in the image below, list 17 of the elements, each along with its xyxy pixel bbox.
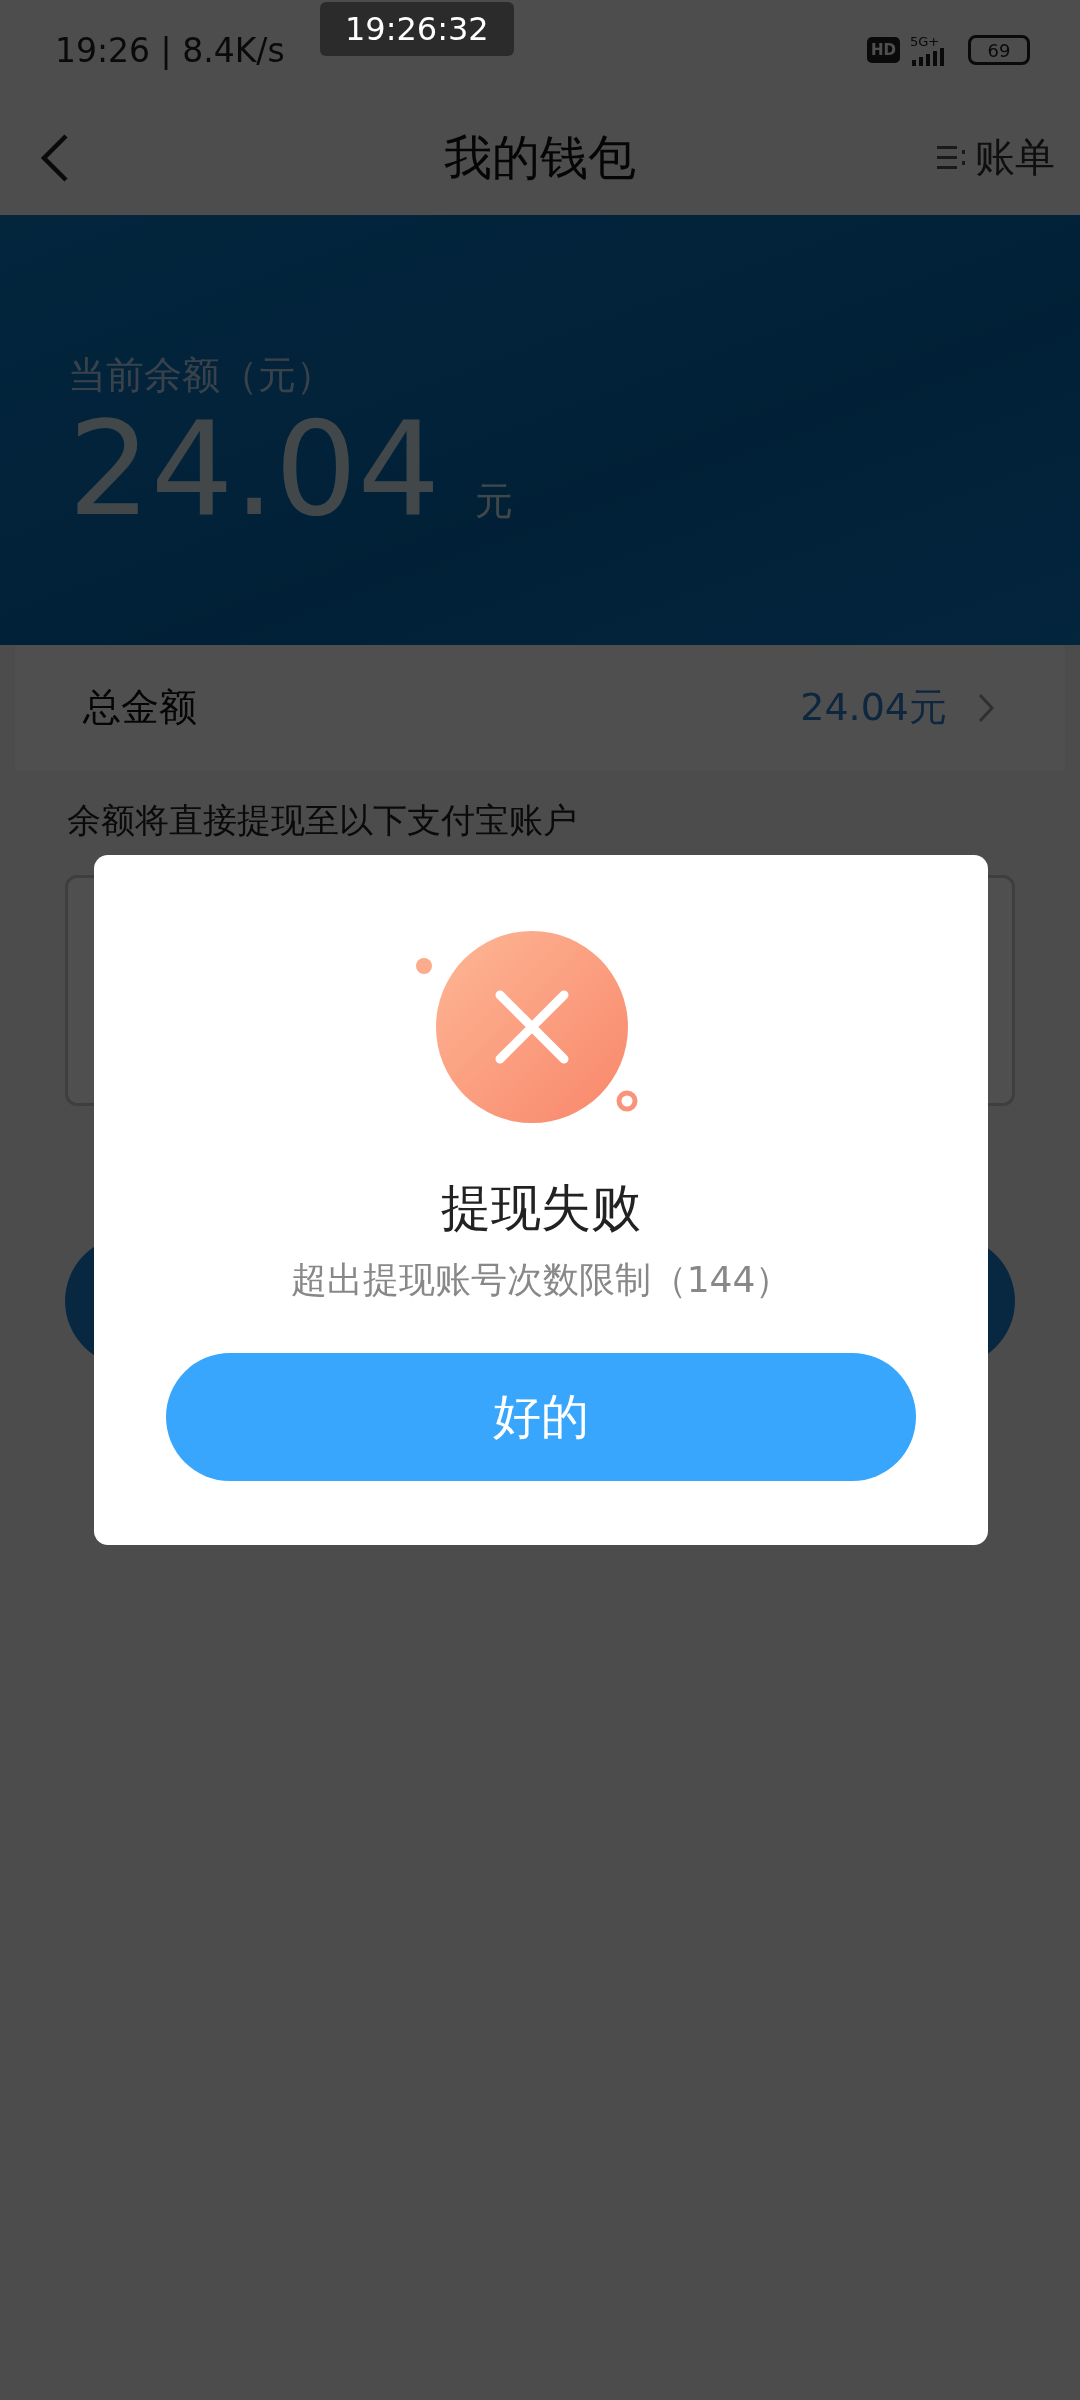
total-label: 总金额 <box>83 684 197 731</box>
chevron-icon <box>977 691 995 724</box>
page-title: 我的钱包 <box>444 127 636 187</box>
dialog-title: 提现失败 <box>441 1178 641 1239</box>
balance-amount: 24.04 <box>68 401 441 538</box>
bill-button[interactable]: 账单 <box>937 130 1055 185</box>
total-value: 24.04元 <box>800 684 947 731</box>
back-icon[interactable] <box>40 132 70 183</box>
currency-unit: 元 <box>475 478 514 525</box>
recorder-clock: 19:26:32 <box>320 2 514 56</box>
battery-icon: 69 <box>968 35 1030 65</box>
ok-button[interactable]: 好的 <box>166 1353 916 1481</box>
status-time: 19:26 | 8.4K/s <box>55 30 285 70</box>
dialog-message: 超出提现账号次数限制（144） <box>290 1258 792 1302</box>
account-hint: 余额将直接提现至以下支付宝账户 <box>67 802 578 840</box>
hd-badge: HD <box>867 37 900 63</box>
network-label: 5G+ <box>910 34 940 48</box>
